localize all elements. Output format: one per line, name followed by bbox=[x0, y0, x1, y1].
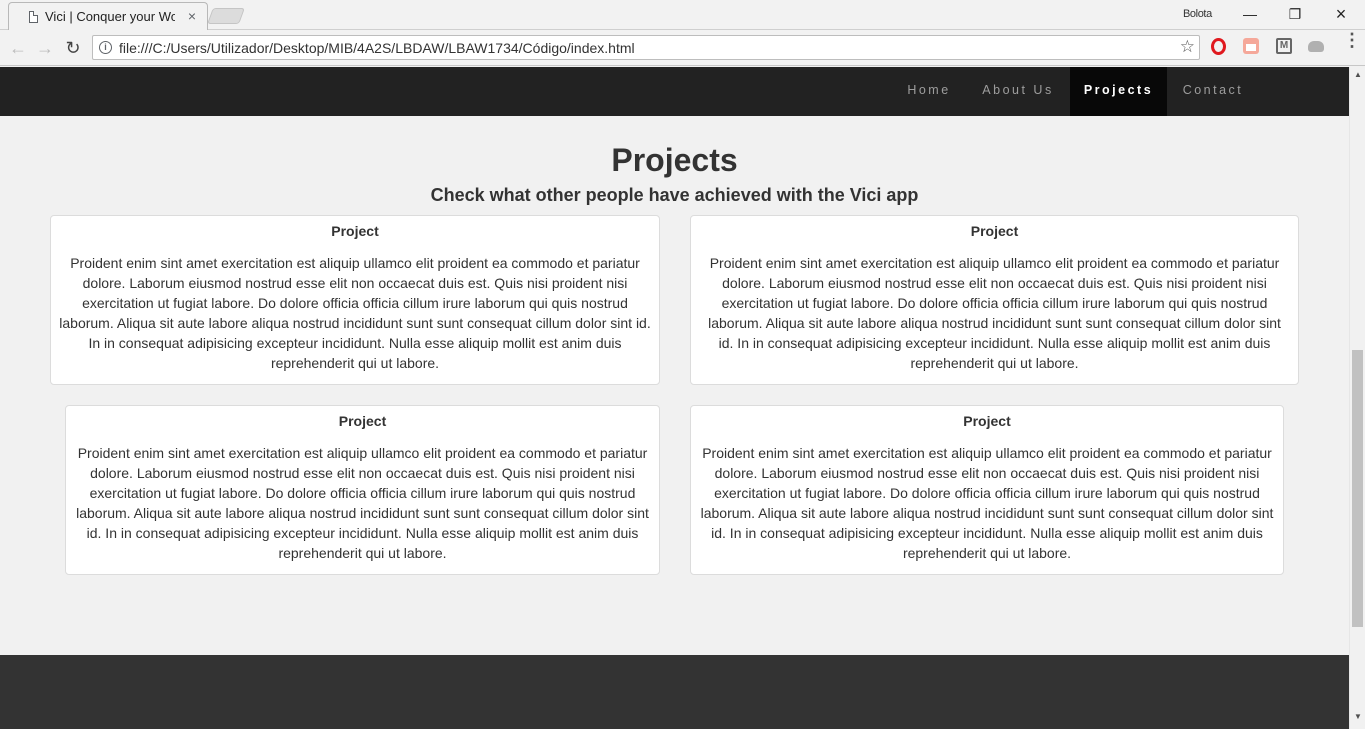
nav-projects-link[interactable]: Projects bbox=[1070, 67, 1167, 116]
page-scrollbar[interactable]: ▲ ▼ bbox=[1349, 67, 1365, 729]
project-card: Project Proident enim sint amet exercita… bbox=[65, 405, 660, 575]
forward-arrow-icon[interactable]: → bbox=[34, 37, 56, 59]
site-navbar: Home About Us Projects Contact bbox=[0, 67, 1349, 116]
browser-menu-icon[interactable]: ⋮ bbox=[1343, 31, 1361, 49]
address-bar[interactable]: i file:///C:/Users/Utilizador/Desktop/MI… bbox=[92, 35, 1200, 60]
scrollbar-thumb[interactable] bbox=[1352, 350, 1363, 627]
cloud-icon[interactable] bbox=[1308, 41, 1324, 52]
scroll-down-arrow-icon[interactable]: ▼ bbox=[1354, 712, 1362, 721]
site-footer bbox=[0, 655, 1349, 729]
close-window-button[interactable]: × bbox=[1330, 4, 1352, 24]
project-description: Proident enim sint amet exercitation est… bbox=[59, 255, 651, 371]
browser-toolbar: ← → ↻ i file:///C:/Users/Utilizador/Desk… bbox=[0, 30, 1365, 66]
project-description: Proident enim sint amet exercitation est… bbox=[76, 445, 649, 561]
project-title: Project bbox=[970, 223, 1019, 239]
tab-close-icon[interactable]: × bbox=[185, 8, 199, 24]
m-extension-icon[interactable]: M bbox=[1276, 38, 1292, 54]
opera-icon[interactable] bbox=[1211, 38, 1226, 55]
profile-name[interactable]: Bolota bbox=[1183, 8, 1212, 20]
extension-icon[interactable] bbox=[1243, 38, 1259, 54]
project-card: Project Proident enim sint amet exercita… bbox=[690, 405, 1284, 575]
project-card: Project Proident enim sint amet exercita… bbox=[690, 215, 1299, 385]
project-description: Proident enim sint amet exercitation est… bbox=[708, 255, 1281, 371]
page-icon bbox=[29, 11, 38, 23]
project-description: Proident enim sint amet exercitation est… bbox=[700, 445, 1274, 561]
project-title: Project bbox=[963, 413, 1011, 429]
url-text[interactable]: file:///C:/Users/Utilizador/Desktop/MIB/… bbox=[119, 40, 635, 56]
minimize-button[interactable]: — bbox=[1239, 4, 1261, 24]
nav-home-link[interactable]: Home bbox=[891, 67, 967, 116]
browser-titlebar: Vici | Conquer your World × Bolota — ❐ × bbox=[0, 0, 1365, 30]
section-title: Projects bbox=[611, 142, 738, 178]
section-subtitle: Check what other people have achieved wi… bbox=[430, 185, 919, 205]
new-tab-button[interactable] bbox=[207, 8, 245, 24]
nav-contact-link[interactable]: Contact bbox=[1167, 67, 1259, 116]
restore-button[interactable]: ❐ bbox=[1284, 4, 1306, 24]
tab-title: Vici | Conquer your World bbox=[45, 9, 175, 24]
project-title: Project bbox=[338, 413, 387, 429]
nav-about-link[interactable]: About Us bbox=[968, 67, 1068, 116]
info-icon[interactable]: i bbox=[99, 41, 112, 54]
scroll-up-arrow-icon[interactable]: ▲ bbox=[1354, 70, 1362, 79]
browser-tab[interactable]: Vici | Conquer your World × bbox=[8, 2, 208, 30]
bookmark-star-icon[interactable]: ☆ bbox=[1180, 37, 1195, 57]
project-title: Project bbox=[331, 223, 379, 239]
project-card: Project Proident enim sint amet exercita… bbox=[50, 215, 660, 385]
back-arrow-icon[interactable]: ← bbox=[7, 37, 29, 59]
reload-icon[interactable]: ↻ bbox=[62, 37, 84, 59]
page-viewport: Home About Us Projects Contact Projects … bbox=[0, 67, 1365, 729]
